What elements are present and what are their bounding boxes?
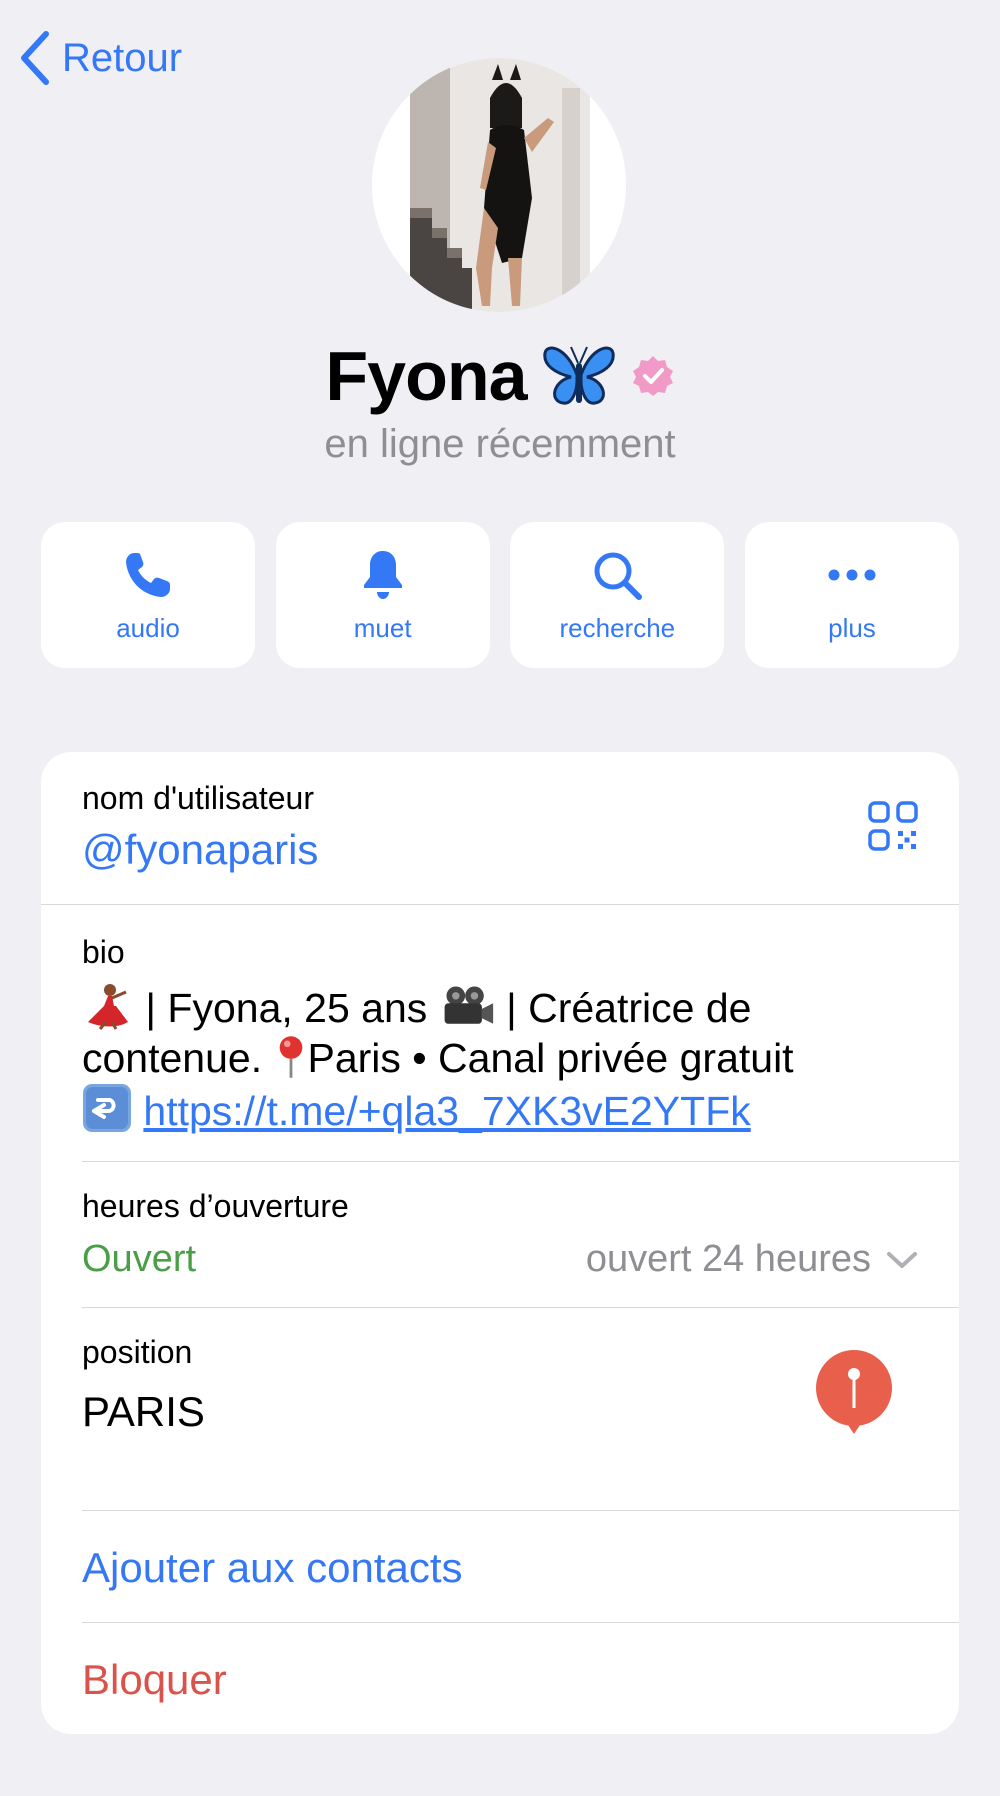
bio-part-3: Paris • Canal privée gratuit <box>307 1035 794 1081</box>
pushpin-emoji <box>274 1034 308 1080</box>
butterfly-emoji <box>541 343 617 409</box>
profile-name-row: Fyona <box>0 336 1000 416</box>
bio-link[interactable]: https://t.me/+qla3_7XK3vE2YTFk <box>143 1088 750 1134</box>
avatar[interactable] <box>372 58 626 312</box>
hours-label: heures d’ouverture <box>82 1188 349 1224</box>
hours-detail: ouvert 24 heures <box>585 1238 871 1280</box>
back-button[interactable]: Retour <box>18 30 182 86</box>
position-value: PARIS <box>82 1388 205 1435</box>
divider <box>82 1161 959 1162</box>
profile-status: en ligne récemment <box>324 422 676 466</box>
search-button[interactable]: recherche <box>510 522 725 668</box>
divider <box>82 1307 959 1308</box>
more-label: plus <box>828 612 876 643</box>
verified-badge-icon <box>631 354 675 398</box>
divider <box>82 1510 959 1511</box>
divider <box>41 904 959 905</box>
position-label: position <box>82 1334 193 1370</box>
divider <box>82 1622 959 1623</box>
avatar-photo <box>372 58 626 312</box>
back-label: Retour <box>62 35 183 80</box>
movie-camera-emoji <box>439 984 495 1030</box>
search-label: recherche <box>559 612 676 643</box>
hours-detail-toggle[interactable]: ouvert 24 heures <box>586 1238 919 1281</box>
profile-screen: Retour Fyona en ligne récemment audio mu… <box>0 0 1000 1796</box>
bell-icon <box>363 550 402 599</box>
username-value[interactable]: @fyonaparis <box>82 826 318 874</box>
more-dots-icon <box>828 569 876 580</box>
add-contact-button[interactable]: Ajouter aux contacts <box>82 1544 463 1592</box>
profile-name: Fyona <box>325 337 527 415</box>
bio-label: bio <box>82 934 125 970</box>
search-icon <box>594 552 643 600</box>
chevron-down-icon <box>887 1251 917 1268</box>
bio-part-1: | Fyona, 25 ans <box>134 985 439 1031</box>
bio-text: | Fyona, 25 ans | Créatrice de contenue.… <box>82 982 922 1136</box>
mute-label: muet <box>353 612 412 643</box>
map-pin-icon[interactable] <box>815 1350 893 1436</box>
username-label: nom d'utilisateur <box>82 780 314 816</box>
more-button[interactable]: plus <box>744 522 959 668</box>
qr-code-icon[interactable] <box>867 800 919 852</box>
hours-status: Ouvert <box>82 1238 197 1280</box>
action-bar: audio muet recherche plus <box>41 522 959 668</box>
return-arrow-emoji <box>82 1083 132 1133</box>
phone-icon <box>126 552 170 597</box>
audio-call-button[interactable]: audio <box>41 522 255 668</box>
dancer-emoji <box>82 982 134 1030</box>
block-button[interactable]: Bloquer <box>82 1656 227 1704</box>
audio-label: audio <box>116 612 180 643</box>
info-card: nom d'utilisateur @fyonaparis bio | Fyon… <box>41 752 959 1734</box>
chevron-left-icon <box>21 31 49 85</box>
mute-button[interactable]: muet <box>275 522 490 668</box>
